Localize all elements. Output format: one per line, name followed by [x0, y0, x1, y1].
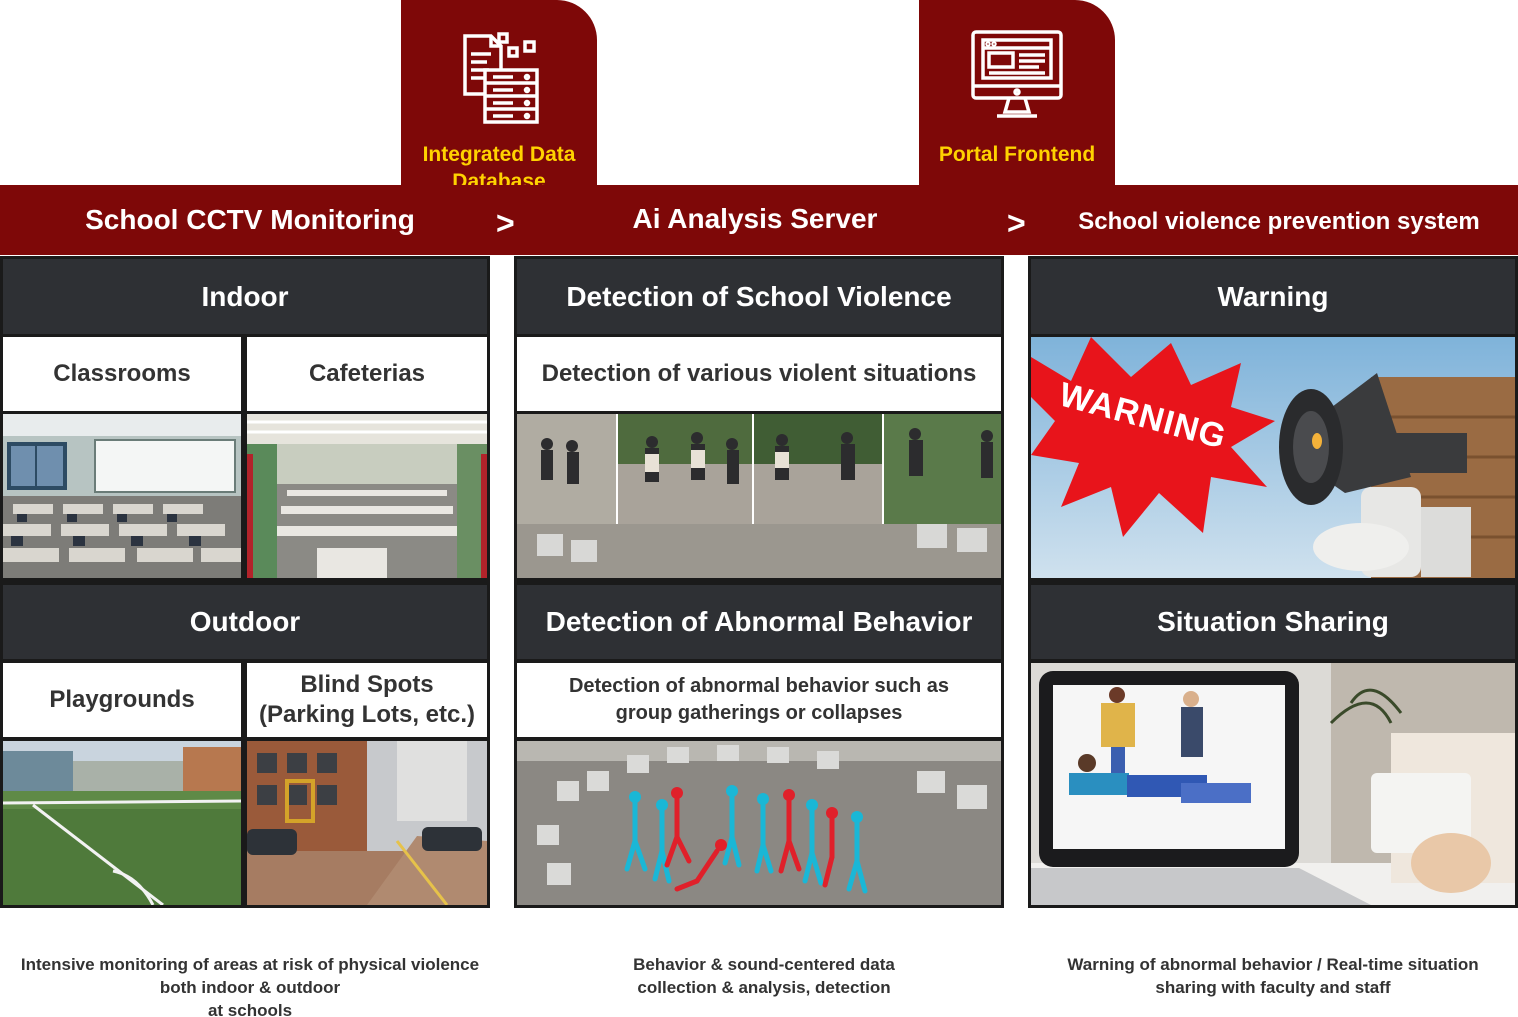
classroom-photo: [3, 414, 241, 578]
playground-photo: [3, 741, 241, 905]
flow-arrow: >: [496, 205, 515, 241]
cafeteria-photo: [247, 414, 487, 578]
header-bar: School CCTV Monitoring > Ai Analysis Ser…: [0, 185, 1518, 255]
school-violence-detection-header: Detection of School Violence: [517, 259, 1001, 334]
prevention-system-title: School violence prevention system: [1078, 208, 1480, 235]
flow-arrow: >: [1007, 205, 1026, 241]
outdoor-header: Outdoor: [3, 585, 487, 659]
ai-analysis-title: Ai Analysis Server: [632, 203, 878, 234]
violent-situations-label: Detection of various violent situations: [517, 337, 1001, 411]
tab-label: Portal Frontend: [938, 143, 1096, 166]
classrooms-label: Classrooms: [3, 337, 241, 411]
cctv-monitoring-panel: Indoor Classrooms Cafeterias Outdoor Pla…: [0, 256, 490, 908]
indoor-header: Indoor: [3, 259, 487, 334]
prevention-caption: Warning of abnormal behavior / Real-time…: [1067, 955, 1479, 997]
prevention-system-panel: Warning WARNING Situation Sharing: [1028, 256, 1518, 908]
database-document-icon: [451, 30, 547, 126]
situation-sharing-header: Situation Sharing: [1031, 585, 1515, 659]
monitoring-caption: Intensive monitoring of areas at risk of…: [20, 955, 480, 1017]
abnormal-behavior-detection-header: Detection of Abnormal Behavior: [517, 585, 1001, 659]
violence-detection-photo: [517, 414, 1001, 578]
warning-header: Warning: [1031, 259, 1515, 334]
parking-lot-photo: [247, 741, 487, 905]
integrated-database-tab: Integrated Data Database: [401, 0, 597, 193]
cafeterias-label: Cafeterias: [247, 337, 487, 411]
monitor-icon: [969, 28, 1065, 126]
abnormal-behavior-photo: [517, 741, 1001, 905]
analysis-caption: Behavior & sound-centered data collectio…: [633, 955, 895, 997]
ai-analysis-panel: Detection of School Violence Detection o…: [514, 256, 1004, 908]
portal-frontend-tab: Portal Frontend: [919, 0, 1115, 190]
warning-siren-photo: WARNING: [1031, 337, 1515, 578]
blind-spots-label: Blind Spots (Parking Lots, etc.): [247, 663, 487, 737]
cctv-monitoring-title: School CCTV Monitoring: [85, 204, 415, 235]
situation-sharing-photo: [1031, 663, 1515, 905]
abnormal-behavior-label: Detection of abnormal behavior such as g…: [517, 663, 1001, 737]
playgrounds-label: Playgrounds: [3, 663, 241, 737]
